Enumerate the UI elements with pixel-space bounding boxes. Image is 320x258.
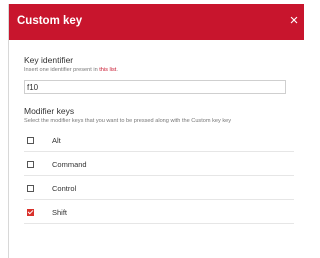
modifier-row-alt[interactable]: Alt [24,132,294,152]
command-checkbox[interactable] [27,161,34,168]
dialog-title: Custom key [17,15,83,27]
close-icon[interactable]: × [287,13,301,29]
modifier-row-shift[interactable]: Shift [24,204,294,224]
modifier-row-command[interactable]: Command [24,156,294,176]
modifier-keys-subtitle: Select the modifier keys that you want t… [24,118,232,124]
page-background: Custom key × Key identifier Insert one i… [0,0,304,258]
key-identifier-title: Key identifier [24,55,74,65]
key-identifier-subtitle-text: Insert one identifier present in [24,67,100,73]
dialog-header: Custom key × [9,4,304,40]
shift-checkbox[interactable] [27,208,34,216]
custom-key-dialog: Custom key × Key identifier Insert one i… [8,4,304,258]
identifier-list-link[interactable]: this list [99,67,116,73]
alt-checkbox[interactable] [27,137,34,144]
modifier-keys-title: Modifier keys [24,106,75,116]
key-identifier-subtitle: Insert one identifier present in this li… [24,67,118,73]
key-identifier-subtitle-end: . [116,67,118,73]
modifier-label: Control [52,184,77,193]
modifier-row-control[interactable]: Control [24,180,294,200]
modifier-label: Alt [52,136,61,145]
modifier-label: Shift [52,208,68,217]
key-identifier-input[interactable] [24,80,286,94]
control-checkbox[interactable] [27,185,34,192]
modifier-label: Command [52,160,87,169]
